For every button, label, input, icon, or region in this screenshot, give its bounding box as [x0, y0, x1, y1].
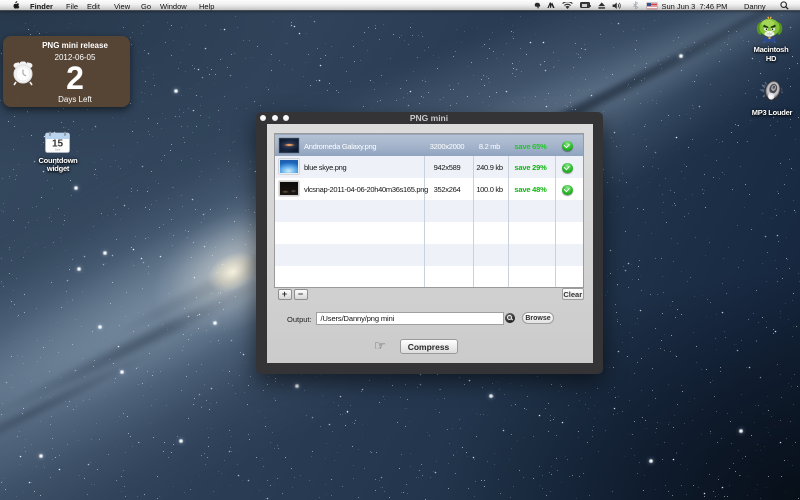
svg-text:June: June [55, 147, 61, 151]
